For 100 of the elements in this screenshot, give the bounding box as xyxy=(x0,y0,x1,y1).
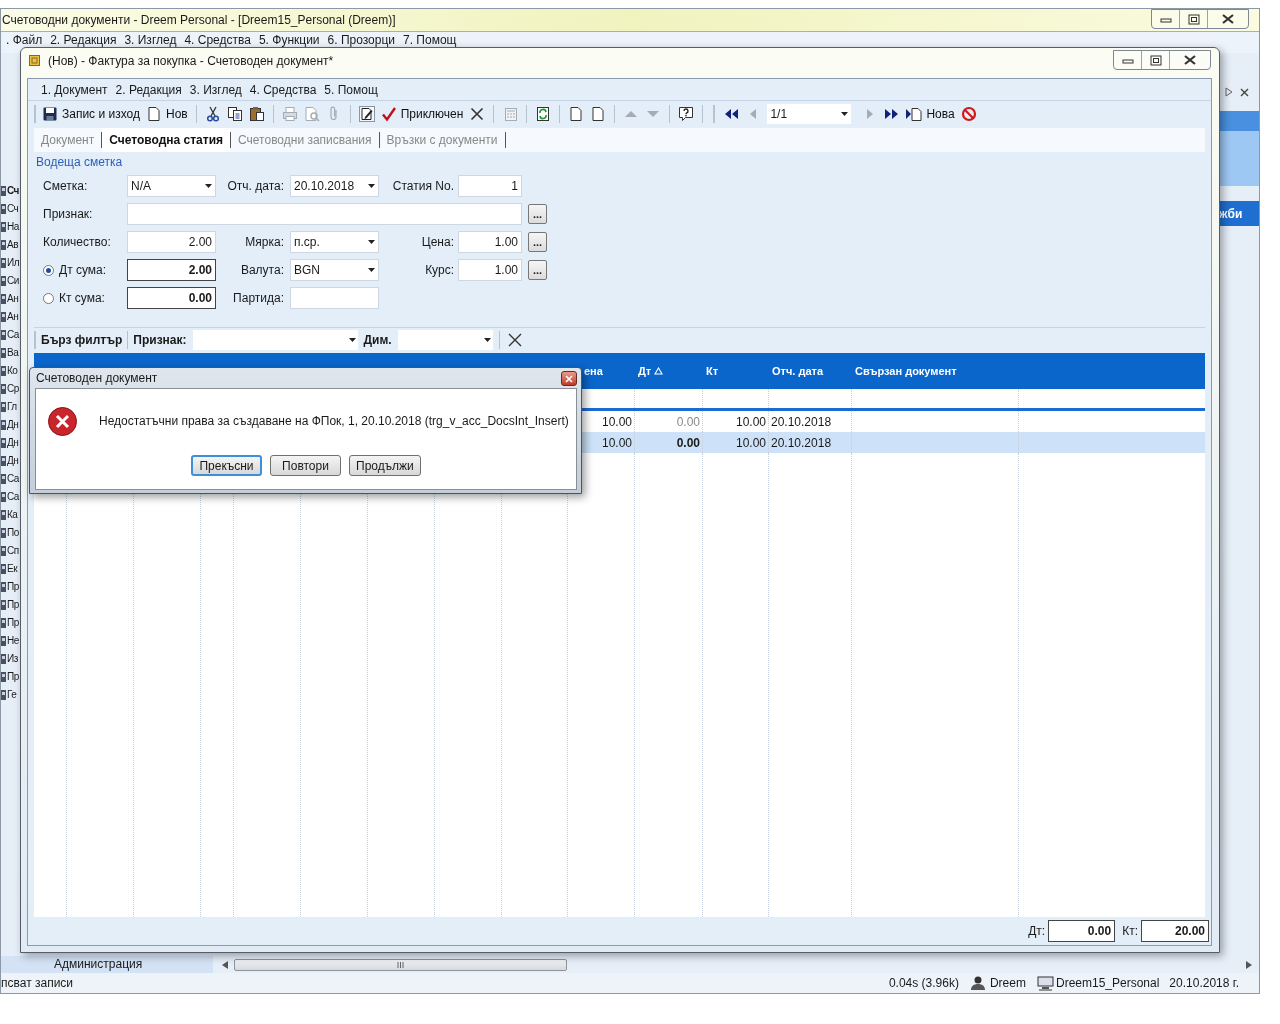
nav-item[interactable]: Ан xyxy=(7,290,19,306)
dropdown[interactable]: BGN xyxy=(290,259,379,281)
menu-item[interactable]: . Файл xyxy=(6,33,43,47)
lookup-button[interactable]: ... xyxy=(528,204,547,224)
nav-item[interactable]: Пр xyxy=(7,596,19,612)
user-icon xyxy=(969,975,986,991)
nav-item[interactable]: Са xyxy=(7,488,19,504)
close-icon[interactable] xyxy=(1240,87,1249,97)
nav-item[interactable]: Сч xyxy=(7,200,19,216)
nav-item[interactable]: Ва xyxy=(7,344,19,360)
dropdown[interactable]: 20.10.2018 xyxy=(290,175,379,197)
nav-item[interactable]: Си xyxy=(7,272,19,288)
nav-item[interactable]: Пр xyxy=(7,578,19,594)
dialog-button[interactable]: Продължи xyxy=(349,455,421,476)
window-title: (Нов) - Фактура за покупка - Счетоводен документ* xyxy=(48,52,334,70)
clear-filter-icon[interactable] xyxy=(507,332,522,347)
arrow-page-icon xyxy=(906,106,923,122)
nav-item[interactable]: Пр xyxy=(7,668,19,684)
section-title: Водеща сметка xyxy=(36,154,123,171)
panel-band xyxy=(1219,131,1259,186)
nav-item[interactable]: Из xyxy=(7,650,18,666)
calculator-icon xyxy=(502,106,519,122)
table-cell-text: 20.10.2018 xyxy=(771,413,832,431)
table-cell-text: 0.00 xyxy=(676,434,700,452)
nav-item[interactable]: Ср xyxy=(7,380,19,396)
toolbar-button[interactable] xyxy=(356,103,377,125)
nav-item[interactable]: Сп xyxy=(7,542,19,558)
menu-item[interactable]: 4. Средства xyxy=(184,33,251,47)
input-field[interactable]: 0.00 xyxy=(127,287,216,309)
scrollbar-thumb[interactable] xyxy=(234,958,567,971)
input-field[interactable]: 1.00 xyxy=(458,259,522,281)
nav-item[interactable]: Дн xyxy=(7,452,19,468)
panel-header xyxy=(1219,111,1259,131)
nav-item[interactable]: На xyxy=(7,218,19,234)
nav-item[interactable]: Ил xyxy=(7,254,20,270)
input-field[interactable]: 1.00 xyxy=(458,231,522,253)
tab[interactable]: Счетоводни записвания xyxy=(231,128,379,152)
menu-item[interactable]: 7. Помощ xyxy=(403,33,457,47)
menu-item[interactable]: 3. Изглед xyxy=(124,33,177,47)
toolbar-button[interactable]: Приключен xyxy=(378,103,466,125)
toolbar-button[interactable]: Нов xyxy=(144,103,190,125)
menu-item[interactable]: 4. Средства xyxy=(249,80,317,99)
dropdown[interactable]: п.ср. xyxy=(290,231,379,253)
nav-item[interactable]: Дн xyxy=(7,416,19,432)
input-field[interactable]: 1 xyxy=(458,175,522,197)
panel-item[interactable]: Администрация xyxy=(1,956,213,973)
minimize-icon xyxy=(1121,56,1134,64)
menu-item[interactable]: 2. Редакция xyxy=(50,33,117,47)
input-field[interactable] xyxy=(127,203,522,225)
column-header[interactable]: Дт xyxy=(635,362,703,380)
table-cell-text: 10.00 xyxy=(601,434,632,452)
panel-item[interactable]: жби xyxy=(1219,201,1259,226)
document-icon xyxy=(1,454,6,466)
dialog-button[interactable]: Повтори xyxy=(270,455,341,476)
nav-item[interactable]: Гл xyxy=(7,398,17,414)
record-position-combo[interactable]: 1/1 xyxy=(767,104,852,124)
input-field[interactable] xyxy=(290,287,379,309)
nav-item[interactable]: Ка xyxy=(7,506,18,522)
close-button[interactable] xyxy=(561,371,577,386)
field-label: Статия No. xyxy=(392,179,454,193)
nav-item[interactable]: Ав xyxy=(7,236,18,252)
nav-item[interactable]: Ан xyxy=(7,308,19,324)
menu-item[interactable]: 5. Помощ xyxy=(324,80,378,99)
input-field[interactable]: 2.00 xyxy=(127,231,216,253)
nav-item[interactable]: Дн xyxy=(7,434,19,450)
nav-item[interactable]: Са xyxy=(7,326,19,342)
menu-item[interactable]: 5. Функции xyxy=(258,33,320,47)
nav-item[interactable]: Пр xyxy=(7,614,19,630)
tab[interactable]: Връзки с документи xyxy=(379,128,505,152)
nav-item[interactable]: Са xyxy=(7,470,19,486)
dropdown[interactable]: N/A xyxy=(127,175,216,197)
input-field[interactable]: 2.00 xyxy=(127,259,216,281)
document-icon xyxy=(1,526,6,538)
column-header[interactable]: Кт xyxy=(703,362,769,380)
error-message: Недостатъчни права за създаване на ФПок, 1, 20.10.2018 (trg_v_acc_DocsInt_Insert) xyxy=(99,413,569,430)
lookup-button[interactable]: ... xyxy=(528,260,547,280)
nav-item[interactable]: Ко xyxy=(7,362,18,378)
nav-item[interactable]: Сч xyxy=(7,182,19,198)
menu-item[interactable]: 1. Документ xyxy=(41,80,108,99)
tab[interactable]: Документ xyxy=(34,128,102,152)
toolbar-button[interactable]: Запис и изход xyxy=(40,103,142,125)
radio-button[interactable] xyxy=(43,264,54,276)
scroll-right-icon[interactable] xyxy=(1225,87,1233,97)
column-header[interactable]: Свързан документ xyxy=(852,362,1019,380)
toolbar-button[interactable]: Нова xyxy=(904,103,957,125)
column-header[interactable]: Отч. дата xyxy=(769,362,852,380)
nav-item[interactable]: Ек xyxy=(7,560,18,576)
dialog-title: Счетоводен документ xyxy=(36,370,158,387)
nav-item[interactable]: Не xyxy=(7,632,19,648)
nav-item[interactable]: Ге xyxy=(7,686,17,702)
dialog-button[interactable]: Прекъсни xyxy=(191,455,262,476)
menu-item[interactable]: 3. Изглед xyxy=(189,80,242,99)
cross-icon xyxy=(469,106,486,122)
tab[interactable]: Счетоводна статия xyxy=(102,128,231,152)
menu-item[interactable]: 2. Редакция xyxy=(115,80,182,99)
radio-button[interactable] xyxy=(43,292,54,304)
computer-icon xyxy=(1036,975,1054,991)
lookup-button[interactable]: ... xyxy=(528,232,547,252)
nav-item[interactable]: По xyxy=(7,524,19,540)
menu-item[interactable]: 6. Прозорци xyxy=(327,33,396,47)
